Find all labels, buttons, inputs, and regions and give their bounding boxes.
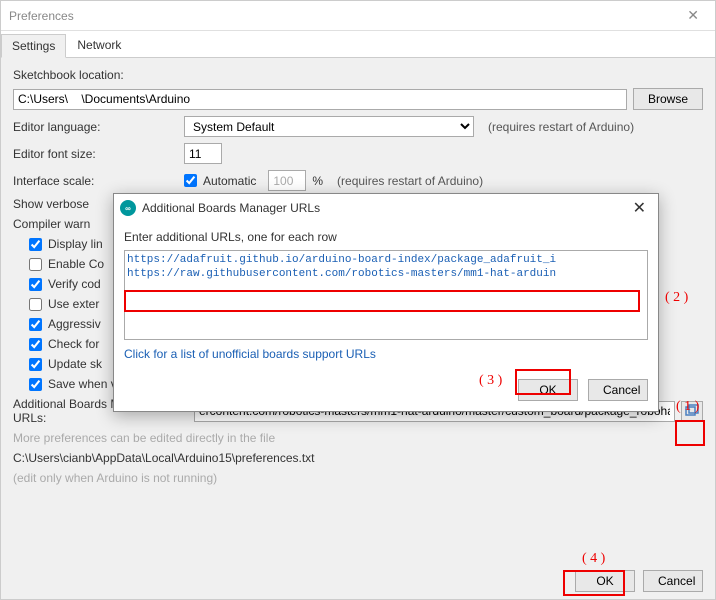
urls-textarea[interactable] xyxy=(124,250,648,340)
check-for-checkbox[interactable] xyxy=(29,338,42,351)
display-line-checkbox[interactable] xyxy=(29,238,42,251)
urls-dialog: ∞ Additional Boards Manager URLs ✕ Enter… xyxy=(113,193,659,412)
modal-titlebar: ∞ Additional Boards Manager URLs ✕ xyxy=(114,194,658,222)
annotation-label-2: ( 2 ) xyxy=(665,290,688,306)
main-cancel-button[interactable]: Cancel xyxy=(643,570,703,592)
display-line-label: Display lin xyxy=(48,237,103,251)
main-ok-button[interactable]: OK xyxy=(575,570,635,592)
use-extern-label: Use exter xyxy=(48,297,99,311)
tab-settings[interactable]: Settings xyxy=(1,34,66,58)
prefs-path: C:\Users\cianb\AppData\Local\Arduino15\p… xyxy=(13,451,315,465)
scale-input xyxy=(268,170,306,191)
window-title: Preferences xyxy=(9,9,74,23)
modal-instruction: Enter additional URLs, one for each row xyxy=(124,230,648,244)
close-icon[interactable]: ✕ xyxy=(679,3,707,28)
interface-scale-label: Interface scale: xyxy=(13,174,178,188)
sketchbook-label: Sketchbook location: xyxy=(13,68,178,82)
editor-language-select[interactable]: System Default xyxy=(184,116,474,137)
aggressive-checkbox[interactable] xyxy=(29,318,42,331)
font-size-label: Editor font size: xyxy=(13,147,178,161)
modal-title: Additional Boards Manager URLs xyxy=(142,201,320,215)
enable-co-label: Enable Co xyxy=(48,257,104,271)
font-size-input[interactable] xyxy=(184,143,222,164)
aggressive-label: Aggressiv xyxy=(48,317,101,331)
titlebar: Preferences ✕ xyxy=(1,1,715,31)
language-hint: (requires restart of Arduino) xyxy=(488,120,634,134)
automatic-checkbox[interactable] xyxy=(184,174,197,187)
automatic-label: Automatic xyxy=(203,174,256,188)
unofficial-boards-link[interactable]: Click for a list of unofficial boards su… xyxy=(124,347,648,361)
verify-code-checkbox[interactable] xyxy=(29,278,42,291)
save-when-checkbox[interactable] xyxy=(29,378,42,391)
scale-unit: % xyxy=(312,174,323,188)
modal-ok-button[interactable]: OK xyxy=(518,379,578,401)
modal-cancel-button[interactable]: Cancel xyxy=(588,379,648,401)
annotation-label-4: ( 4 ) xyxy=(582,551,605,567)
update-sk-label: Update sk xyxy=(48,357,102,371)
browse-button[interactable]: Browse xyxy=(633,88,703,110)
use-extern-checkbox[interactable] xyxy=(29,298,42,311)
main-footer: OK Cancel xyxy=(1,563,715,599)
tab-network[interactable]: Network xyxy=(66,33,132,57)
edit-only-hint: (edit only when Arduino is not running) xyxy=(13,471,217,485)
annotation-label-3: ( 3 ) xyxy=(479,373,502,389)
verify-code-label: Verify cod xyxy=(48,277,101,291)
modal-close-icon[interactable]: ✕ xyxy=(627,196,652,220)
editor-language-label: Editor language: xyxy=(13,120,178,134)
annotation-label-1: ( 1 ) xyxy=(676,399,699,415)
more-prefs-text: More preferences can be edited directly … xyxy=(13,431,275,445)
update-sk-checkbox[interactable] xyxy=(29,358,42,371)
check-for-label: Check for xyxy=(48,337,99,351)
scale-hint: (requires restart of Arduino) xyxy=(337,174,483,188)
enable-co-checkbox[interactable] xyxy=(29,258,42,271)
arduino-icon: ∞ xyxy=(120,200,136,216)
tabs: Settings Network xyxy=(1,31,715,58)
sketchbook-input[interactable] xyxy=(13,89,627,110)
